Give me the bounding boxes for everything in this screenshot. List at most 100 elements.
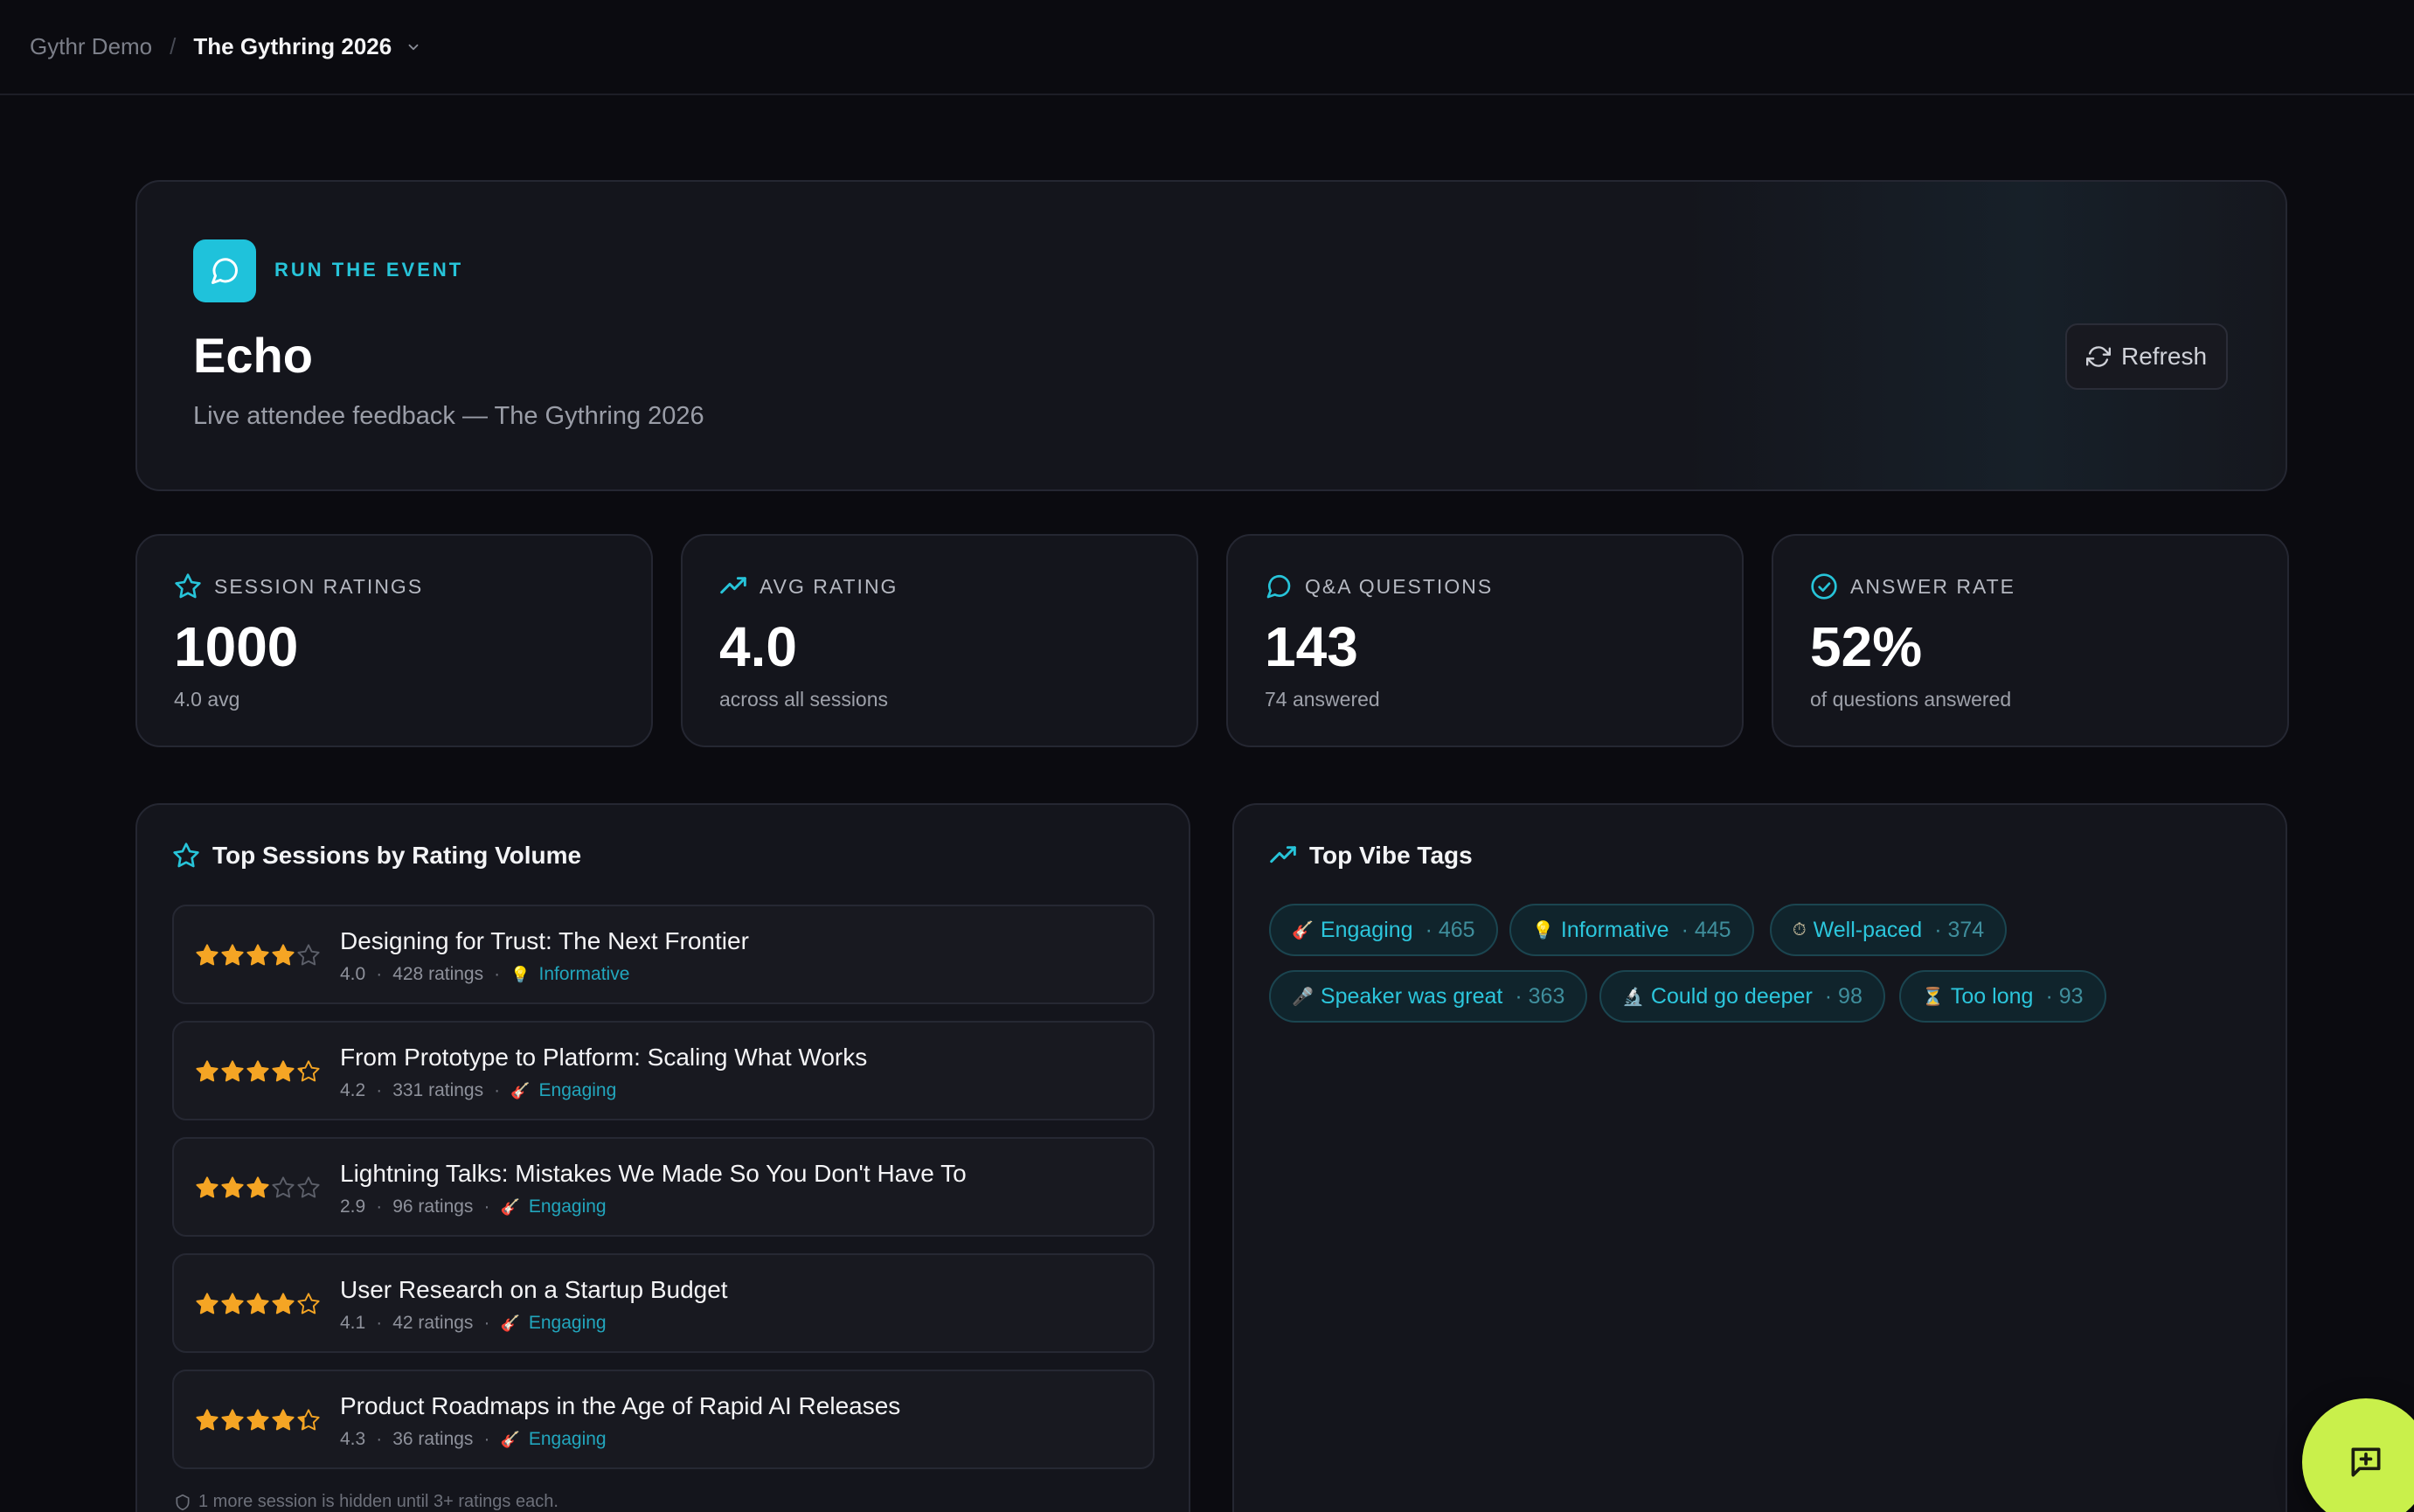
vibe-tag-chip[interactable]: ⏳ Too long · 93 [1899,970,2106,1023]
star-icon [221,1060,244,1082]
session-top-tag: Informative [538,964,630,984]
session-rating: 4.3 [340,1429,366,1449]
star-icon [297,944,320,966]
vibe-tag-chip[interactable]: 🔬 Could go deeper · 98 [1599,970,1885,1023]
stat-label: SESSION RATINGS [214,574,424,598]
star-rating [195,1408,322,1432]
session-row[interactable]: User Research on a Startup Budget 4.1 · 42 … [172,1253,1155,1353]
star-icon [297,1409,320,1431]
star-icon [297,1176,320,1198]
star-icon [246,1060,269,1082]
session-rating: 2.9 [340,1196,366,1217]
session-rating: 4.0 [340,964,366,984]
star-icon [272,1409,295,1431]
stat-label: Q&A QUESTIONS [1305,574,1494,598]
star-icon [221,1409,244,1431]
star-icon [246,1409,269,1431]
session-top-tag: Engaging [528,1313,607,1333]
panel-title: Top Vibe Tags [1309,842,1473,869]
session-row[interactable]: Designing for Trust: The Next Frontier 4.… [172,905,1155,1004]
breadcrumb-separator: / [170,33,177,59]
stat-value: 1000 [174,615,299,678]
session-rating-count: 428 ratings [392,964,484,984]
tag-emoji: 🎸 [1292,920,1314,940]
session-top-tag: Engaging [538,1080,617,1100]
star-icon [221,1176,244,1198]
tag-label: Could go deeper [1650,983,1813,1009]
event-switcher[interactable]: The Gythring 2026 [193,33,421,60]
session-top-tag: Engaging [528,1429,607,1449]
vibe-tags-panel: Top Vibe Tags 🎸 Engaging · 465 💡 Informative… [1232,803,2287,1512]
session-title: Lightning Talks: Mistakes We Made So You… [340,1160,967,1187]
chevron-down-icon [408,44,419,50]
star-icon [297,1293,320,1314]
stat-card-avg-rating: AVG RATING 4.0 across all sessions [681,534,1198,747]
session-title: Designing for Trust: The Next Frontier [340,927,749,954]
vibe-tag-chip[interactable]: 🎤 Speaker was great · 363 [1269,970,1588,1023]
session-rating-count: 36 ratings [392,1429,474,1449]
panel-title: Top Sessions by Rating Volume [212,842,582,869]
tag-label: Informative [1560,917,1669,942]
refresh-button[interactable]: Refresh [2065,323,2228,390]
page-subtitle: Live attendee feedback — The Gythring 20… [193,402,704,430]
tag-label: Engaging [1320,917,1413,942]
tag-emoji: 💡 [1532,920,1554,940]
tag-count: · 465 [1425,917,1475,942]
star-icon [272,1293,295,1314]
tag-emoji: 🎸 [500,1430,520,1448]
chat-bubble-icon [212,258,239,284]
session-meta: 4.0 · 428 ratings · 💡 Informative [340,964,630,984]
session-rating-count: 331 ratings [392,1080,484,1100]
trend-up-icon [720,577,746,594]
stat-sub: of questions answered [1810,688,2012,711]
breadcrumb-org[interactable]: Gythr Demo [30,33,152,60]
stat-card-answer-rate: ANSWER RATE 52% of questions answered [1772,534,2289,747]
stat-sub: 4.0 avg [174,688,240,711]
hero-card: RUN THE EVENT Echo Live attendee feedbac… [135,180,2287,491]
star-icon [246,1176,269,1198]
vibe-tag-chip[interactable]: 💡 Informative · 445 [1509,904,1754,956]
trend-up-icon [1270,846,1296,864]
vibe-tag-chip[interactable]: 🎸 Engaging · 465 [1269,904,1498,956]
tag-emoji: ⏱ [1793,919,1807,940]
tag-emoji: 🎸 [510,1081,531,1099]
stat-value: 52% [1810,615,1923,678]
refresh-label: Refresh [2120,343,2208,370]
session-row[interactable]: Product Roadmaps in the Age of Rapid AI … [172,1370,1155,1469]
tag-count: · 363 [1515,983,1565,1009]
session-top-tag: Engaging [528,1196,607,1217]
session-row[interactable]: From Prototype to Platform: Scaling What… [172,1021,1155,1120]
feedback-fab[interactable] [2302,1398,2414,1512]
stat-label: AVG RATING [760,574,898,598]
tag-label: Speaker was great [1320,983,1503,1009]
session-title: From Prototype to Platform: Scaling What… [340,1044,868,1071]
star-icon [196,944,219,966]
session-meta: 4.1 · 42 ratings · 🎸 Engaging [340,1313,607,1333]
check-circle-icon [1811,573,1837,600]
stat-value: 4.0 [719,615,797,678]
star-icon [196,1409,219,1431]
tag-count: · 445 [1681,917,1731,942]
tag-emoji: 🎤 [1292,987,1314,1007]
tag-count: · 98 [1824,983,1863,1009]
session-rating-count: 42 ratings [392,1313,474,1333]
tag-emoji: 🔬 [1622,987,1644,1007]
hidden-sessions-note: 1 more session is hidden until 3+ rating… [174,1492,558,1512]
page-title: Echo [193,328,313,383]
star-icon [297,1060,320,1082]
message-plus-icon [2351,1447,2381,1477]
star-icon [272,1176,295,1198]
session-rating: 4.2 [340,1080,366,1100]
stat-label: ANSWER RATE [1850,574,2015,598]
star-icon [196,1293,219,1314]
tag-count: · 93 [2045,983,2084,1009]
session-row[interactable]: Lightning Talks: Mistakes We Made So You… [172,1137,1155,1237]
tag-label: Too long [1950,983,2034,1009]
star-icon [246,1293,269,1314]
star-icon [246,944,269,966]
breadcrumb: Gythr Demo / The Gythring 2026 [0,0,2414,95]
stat-sub: 74 answered [1265,688,1380,711]
tag-emoji: ⏳ [1922,987,1944,1007]
vibe-tag-chip[interactable]: ⏱ Well-paced · 374 [1770,904,2008,956]
tag-count: · 374 [1934,917,1985,942]
